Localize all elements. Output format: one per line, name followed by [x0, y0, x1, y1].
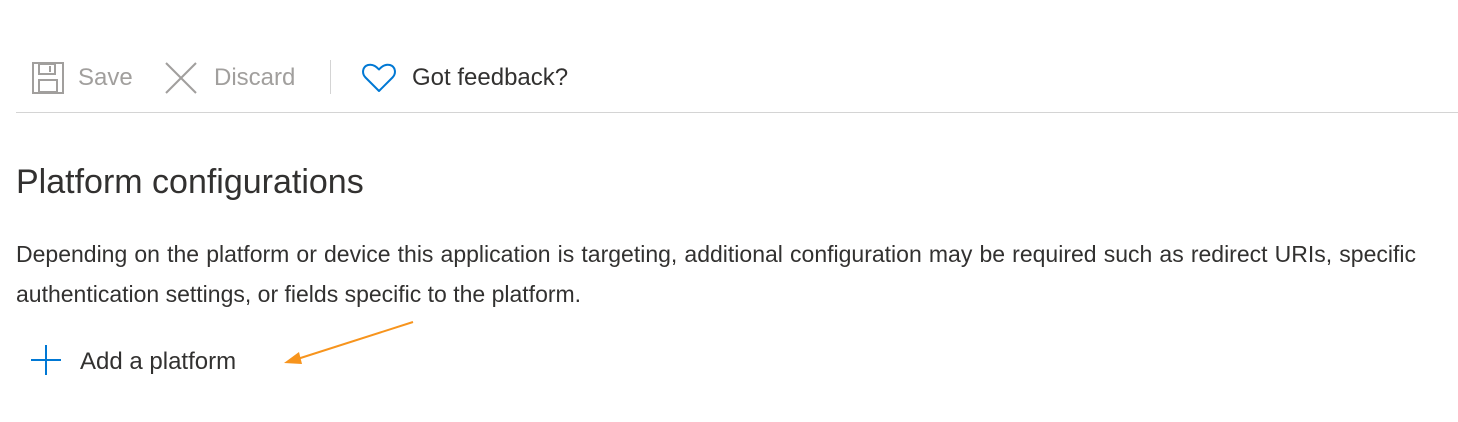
annotation-arrow-icon	[284, 321, 414, 364]
feedback-button[interactable]: Got feedback?	[362, 58, 568, 98]
feedback-label: Got feedback?	[412, 64, 569, 91]
discard-label: Discard	[214, 64, 296, 91]
command-bar: Save Discard Got feedback?	[16, 50, 1458, 113]
save-icon	[32, 62, 64, 94]
save-button[interactable]: Save	[32, 58, 133, 98]
close-icon	[164, 61, 198, 95]
heart-icon	[362, 63, 396, 93]
discard-button[interactable]: Discard	[164, 58, 295, 98]
add-platform-button[interactable]: Add a platform	[30, 342, 236, 382]
plus-icon	[30, 344, 62, 381]
save-label: Save	[78, 64, 133, 91]
toolbar-divider	[330, 60, 331, 94]
add-platform-label: Add a platform	[80, 348, 237, 375]
section-description: Depending on the platform or device this…	[16, 241, 1416, 307]
section-title: Platform configurations	[16, 163, 364, 201]
